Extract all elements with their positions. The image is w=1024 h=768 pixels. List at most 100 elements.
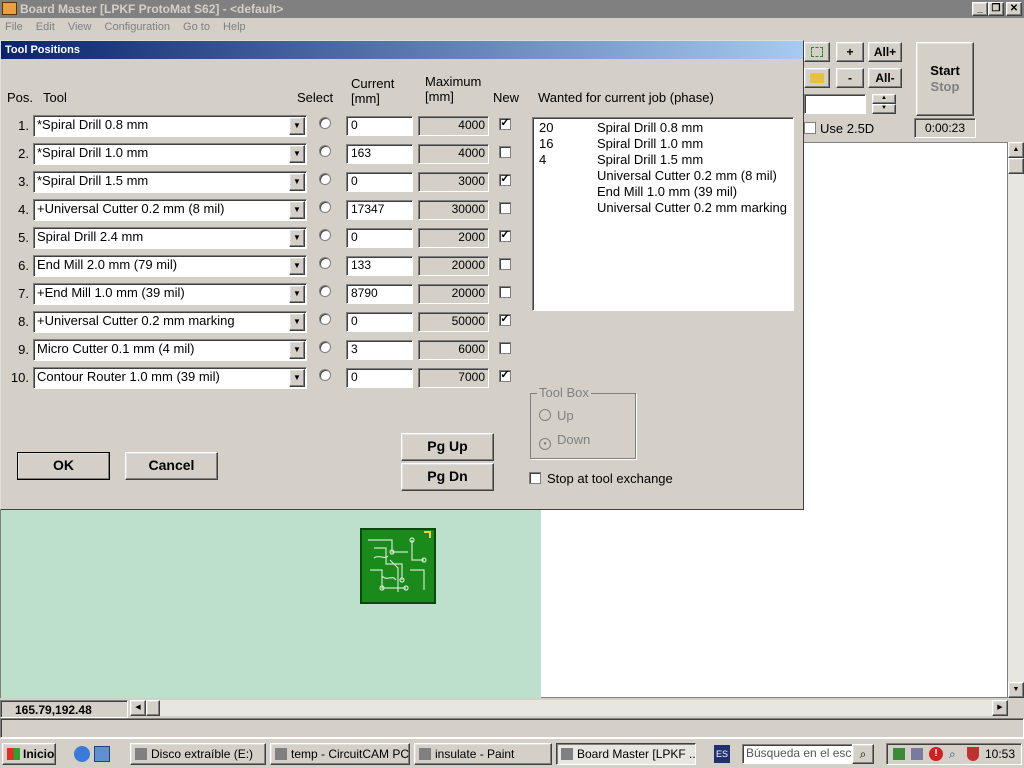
wanted-list-item[interactable]: Universal Cutter 0.2 mm marking	[539, 200, 787, 216]
tool-dropdown[interactable]: Contour Router 1.0 mm (39 mil) ▼	[33, 367, 307, 389]
all-minus-button[interactable]: All-	[868, 68, 902, 88]
tool-dropdown[interactable]: +Universal Cutter 0.2 mm marking ▼	[33, 311, 307, 333]
safely-remove-icon[interactable]	[911, 748, 923, 760]
toolbox-down-option[interactable]: ● Down	[539, 432, 590, 450]
wanted-list-item[interactable]: 16 Spiral Drill 1.0 mm	[539, 136, 703, 152]
use-25d-option[interactable]: Use 2.5D	[804, 120, 912, 138]
chevron-down-icon[interactable]: ▼	[289, 369, 305, 387]
internet-explorer-icon[interactable]	[74, 746, 90, 762]
horizontal-scrollbar[interactable]: ◀ ▶	[130, 700, 1008, 716]
depth-input[interactable]	[804, 94, 866, 114]
wanted-list-item[interactable]: 4 Spiral Drill 1.5 mm	[539, 152, 703, 168]
zoom-plus-button[interactable]: +	[836, 42, 864, 62]
cancel-button[interactable]: Cancel	[125, 452, 218, 480]
taskbar-button[interactable]: temp - CircuitCAM PCB	[270, 743, 410, 765]
chevron-down-icon[interactable]: ▼	[289, 341, 305, 359]
select-radio[interactable]	[319, 313, 331, 325]
chevron-down-icon[interactable]: ▼	[289, 257, 305, 275]
menu-edit[interactable]: Edit	[31, 18, 60, 36]
magnifier-icon[interactable]: ⌕	[949, 747, 963, 761]
chevron-down-icon[interactable]: ▼	[289, 201, 305, 219]
network-icon[interactable]	[893, 748, 905, 760]
minimize-button[interactable]: _	[972, 2, 988, 16]
page-up-button[interactable]: Pg Up	[401, 433, 494, 461]
menu-view[interactable]: View	[63, 18, 97, 36]
tool-dropdown[interactable]: Micro Cutter 0.1 mm (4 mil) ▼	[33, 339, 307, 361]
new-tool-checkbox[interactable]	[499, 286, 511, 298]
tool-dropdown[interactable]: *Spiral Drill 1.5 mm ▼	[33, 171, 307, 193]
tool-dropdown[interactable]: End Mill 2.0 mm (79 mil) ▼	[33, 255, 307, 277]
antivirus-shield-icon[interactable]	[967, 747, 979, 761]
scroll-right-icon[interactable]: ▶	[992, 700, 1008, 716]
scroll-up-icon[interactable]: ▲	[1008, 142, 1024, 158]
stop-at-exchange-option[interactable]: Stop at tool exchange	[529, 471, 673, 486]
select-radio[interactable]	[319, 285, 331, 297]
select-radio[interactable]	[319, 117, 331, 129]
restore-button[interactable]: ❐	[988, 2, 1004, 16]
tool-dropdown[interactable]: *Spiral Drill 1.0 mm ▼	[33, 143, 307, 165]
select-radio[interactable]	[319, 173, 331, 185]
page-down-button[interactable]: Pg Dn	[401, 463, 494, 491]
current-mm-input[interactable]: 17347	[346, 200, 413, 220]
search-icon[interactable]: ⌕	[852, 744, 874, 764]
new-tool-checkbox[interactable]: ✓	[499, 370, 511, 382]
scroll-left-icon[interactable]: ◀	[130, 700, 146, 716]
scroll-down-icon[interactable]: ▼	[1008, 682, 1024, 698]
ok-button[interactable]: OK	[17, 452, 110, 480]
new-tool-checkbox[interactable]	[499, 342, 511, 354]
toolbox-down-radio[interactable]: ●	[539, 438, 551, 450]
select-radio[interactable]	[319, 341, 331, 353]
taskbar-button[interactable]: Board Master [LPKF ...	[556, 743, 696, 765]
select-radio[interactable]	[319, 369, 331, 381]
select-area-icon[interactable]	[804, 42, 830, 62]
tool-dropdown[interactable]: *Spiral Drill 0.8 mm ▼	[33, 115, 307, 137]
select-radio[interactable]	[319, 201, 331, 213]
horizontal-scroll-thumb[interactable]	[146, 700, 160, 716]
chevron-down-icon[interactable]: ▼	[289, 229, 305, 247]
chevron-down-icon[interactable]: ▼	[289, 285, 305, 303]
current-mm-input[interactable]: 133	[346, 256, 413, 276]
toolbox-up-option[interactable]: Up	[539, 408, 574, 423]
menu-configuration[interactable]: Configuration	[100, 18, 175, 36]
chevron-down-icon[interactable]: ▼	[289, 145, 305, 163]
taskbar-button[interactable]: insulate - Paint	[414, 743, 552, 765]
show-desktop-icon[interactable]	[94, 746, 110, 762]
stop-at-exchange-checkbox[interactable]	[529, 472, 541, 484]
spin-down-icon[interactable]: ▼	[872, 104, 896, 114]
new-tool-checkbox[interactable]	[499, 146, 511, 158]
menu-goto[interactable]: Go to	[178, 18, 215, 36]
new-tool-checkbox[interactable]: ✓	[499, 314, 511, 326]
current-mm-input[interactable]: 0	[346, 172, 413, 192]
current-mm-input[interactable]: 0	[346, 368, 413, 388]
start-button[interactable]: Inicio	[2, 743, 56, 765]
menu-help[interactable]: Help	[218, 18, 251, 36]
layer-icon[interactable]	[804, 68, 830, 88]
wanted-list-item[interactable]: End Mill 1.0 mm (39 mil)	[539, 184, 737, 200]
current-mm-input[interactable]: 3	[346, 340, 413, 360]
current-mm-input[interactable]: 0	[346, 228, 413, 248]
new-tool-checkbox[interactable]	[499, 202, 511, 214]
current-mm-input[interactable]: 8790	[346, 284, 413, 304]
new-tool-checkbox[interactable]: ✓	[499, 230, 511, 242]
chevron-down-icon[interactable]: ▼	[289, 117, 305, 135]
chevron-down-icon[interactable]: ▼	[289, 173, 305, 191]
taskbar-button[interactable]: Disco extraíble (E:)	[130, 743, 266, 765]
start-stop-button[interactable]: Start Stop	[916, 42, 974, 116]
language-indicator[interactable]: ES	[714, 745, 730, 763]
vertical-scroll-thumb[interactable]	[1008, 158, 1024, 174]
chevron-down-icon[interactable]: ▼	[289, 313, 305, 331]
new-tool-checkbox[interactable]: ✓	[499, 174, 511, 186]
tool-dropdown[interactable]: +Universal Cutter 0.2 mm (8 mil) ▼	[33, 199, 307, 221]
wanted-list-item[interactable]: 20 Spiral Drill 0.8 mm	[539, 120, 703, 136]
current-mm-input[interactable]: 163	[346, 144, 413, 164]
select-radio[interactable]	[319, 257, 331, 269]
vertical-scrollbar[interactable]: ▲ ▼	[1008, 142, 1024, 698]
wanted-tools-list[interactable]: 20 Spiral Drill 0.8 mm 16 Spiral Drill 1.0 …	[532, 117, 794, 311]
spin-up-icon[interactable]: ▲	[872, 94, 896, 104]
use-25d-checkbox[interactable]	[804, 122, 816, 134]
select-radio[interactable]	[319, 145, 331, 157]
tool-dropdown[interactable]: Spiral Drill 2.4 mm ▼	[33, 227, 307, 249]
wanted-list-item[interactable]: Universal Cutter 0.2 mm (8 mil)	[539, 168, 777, 184]
menu-file[interactable]: File	[0, 18, 28, 36]
current-mm-input[interactable]: 0	[346, 312, 413, 332]
